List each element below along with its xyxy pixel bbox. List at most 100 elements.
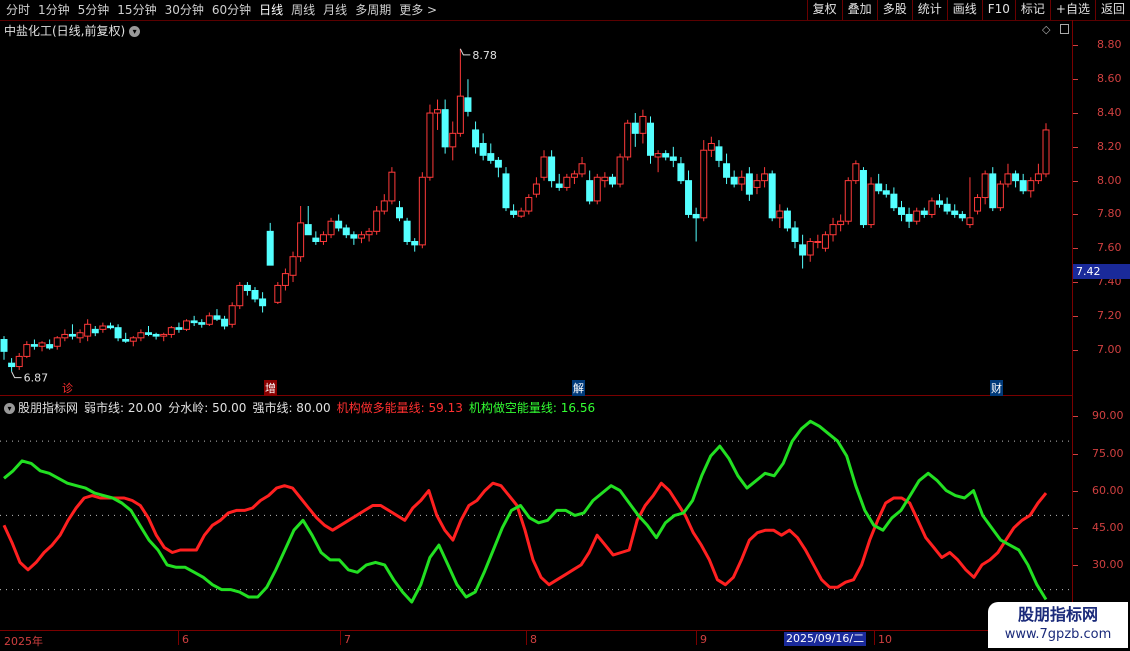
period-tab[interactable]: 月线 [323,3,347,17]
candle [928,197,936,218]
x-tick [696,631,697,645]
price-chart[interactable]: 8.78 6.87 [0,20,1072,395]
mid-line-label: 分水岭: 50.00 [168,401,247,415]
candle [707,136,715,157]
toolbar-button[interactable]: 多股 [876,0,912,20]
indicator-name[interactable]: 股朋指标网 [18,401,78,415]
indicator-tick [1073,564,1078,566]
candle [213,309,221,321]
tool-buttons: 复权 叠加 多股 统计 画线 F10 标记 +自选 返回 [806,0,1130,20]
price-tick-label: 7.60 [1097,241,1122,255]
cursor-date-badge: 2025/09/16/二 [784,632,867,646]
candle [783,207,791,232]
candle [624,119,632,161]
candle [951,204,959,218]
candle [312,231,320,245]
candle [205,312,213,326]
candle [167,325,175,338]
candle [776,204,784,228]
candle [122,332,130,343]
indicator-tick [1073,453,1078,455]
period-tab[interactable]: 30分钟 [165,3,204,17]
toolbar-button[interactable]: 返回 [1094,0,1130,20]
toolbar-button[interactable]: 画线 [946,0,982,20]
period-tab[interactable]: 日线 [259,3,283,17]
candle [304,206,312,236]
candle [403,217,411,245]
low-price-label-pointer [11,371,22,379]
candle [145,325,153,337]
indicator-tick-label: 45.00 [1092,520,1124,534]
candle [646,116,654,164]
price-tick [1073,315,1078,317]
event-marker-increase[interactable]: 增 [264,380,277,396]
indicator-tick [1073,490,1078,492]
candle [654,150,662,173]
candle [434,99,442,130]
candle [821,231,829,252]
toolbar-button[interactable]: 标记 [1014,0,1050,20]
candle [631,113,639,147]
candle [525,194,533,215]
indicator-chart[interactable] [0,396,1072,630]
price-tick [1073,79,1078,81]
current-price-badge: 7.42 [1073,264,1130,279]
candle [84,319,92,342]
candle [76,329,84,343]
strong-line-label: 强市线: 80.00 [252,401,331,415]
candle [966,177,974,228]
period-tab[interactable]: 周线 [291,3,315,17]
weak-line-label: 弱市线: 20.00 [84,401,163,415]
period-tab[interactable]: 15分钟 [117,3,156,17]
period-tabs: 分时 1分钟 5分钟 15分钟 30分钟 60分钟 日线 周线 月线 多周期 更多 > [6,2,445,18]
candle [943,197,951,215]
x-tick [526,631,527,645]
bear-energy-line [3,419,1048,604]
toolbar-button[interactable]: F10 [981,0,1015,20]
toolbar-button[interactable]: 统计 [911,0,947,20]
toolbar-button[interactable]: 叠加 [841,0,877,20]
axis-divider [1072,20,1073,630]
watermark-url: www.7gpzb.com [1004,627,1112,642]
chevron-down-icon[interactable]: ▾ [4,403,15,414]
period-tab[interactable]: 多周期 [355,3,391,17]
indicator-tick-label: 75.00 [1092,446,1124,460]
period-tab[interactable]: 5分钟 [78,3,110,17]
event-marker-unlock[interactable]: 解 [572,380,585,396]
price-tick-label: 8.00 [1097,173,1122,187]
candle [806,238,814,262]
candle [685,170,693,218]
candle [517,207,525,218]
candle [875,173,883,195]
toolbar-button[interactable]: +自选 [1049,0,1095,20]
candle [289,251,297,283]
candle [388,167,396,205]
candle [837,214,845,232]
candle [198,319,206,328]
period-tab[interactable]: 分时 [6,3,30,17]
candle [814,234,822,249]
event-marker-finance[interactable]: 财 [990,380,1003,396]
candle [266,222,274,266]
candle [228,302,236,328]
period-tab[interactable]: 更多 > [399,3,437,17]
toolbar-button[interactable]: 复权 [806,0,842,20]
candle [799,234,807,269]
candle [677,156,685,185]
x-tick [874,631,875,645]
time-axis: 2025年 6 7 8 9 2025/09/16/二 10 [0,630,1072,651]
price-tick-label: 7.00 [1097,342,1122,356]
x-label-sep: 9 [700,633,707,646]
candle [662,150,670,161]
x-label-jun: 6 [182,633,189,646]
watermark-title: 股朋指标网 [1017,605,1098,624]
event-marker-diagnosis[interactable]: 诊 [62,380,73,396]
candle [441,99,449,154]
candle [479,133,487,161]
period-tab[interactable]: 1分钟 [38,3,70,17]
candle [913,207,921,225]
period-tab[interactable]: 60分钟 [212,3,251,17]
candle [1027,177,1035,198]
candle [639,109,647,144]
candle [380,194,388,215]
